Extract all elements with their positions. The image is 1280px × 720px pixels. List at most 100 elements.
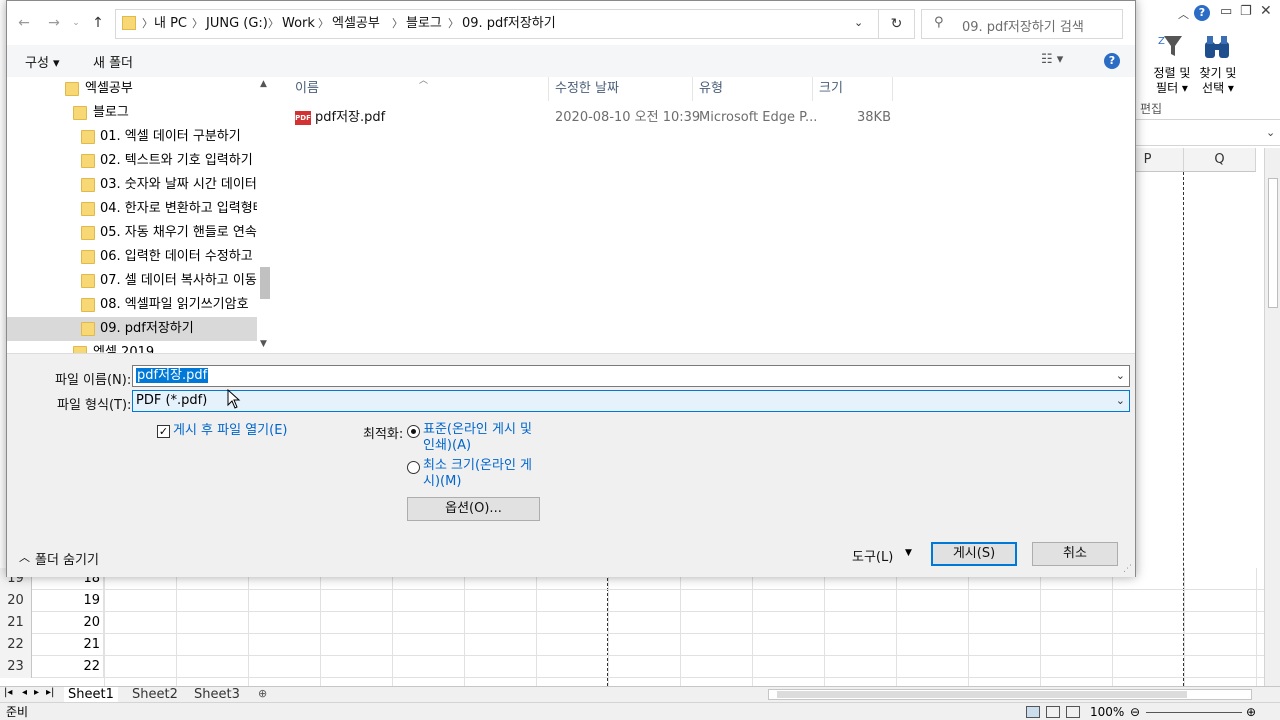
options-button[interactable]: 옵션(O)... — [407, 497, 540, 521]
restore-icon[interactable]: ❐ — [1240, 4, 1252, 19]
cell[interactable]: 19 — [32, 590, 104, 612]
tree-item-selected[interactable]: 09. pdf저장하기 — [7, 317, 257, 341]
zoom-level[interactable]: 100% — [1090, 703, 1124, 720]
back-icon[interactable]: ← — [15, 13, 33, 33]
breadcrumb-item[interactable]: Work — [282, 10, 315, 38]
zoom-slider[interactable] — [1146, 712, 1242, 713]
tree-item[interactable]: 07. 셀 데이터 복사하고 이동하 — [7, 269, 257, 293]
optimize-standard-radio[interactable] — [407, 425, 420, 438]
close-icon[interactable]: ✕ — [1260, 3, 1272, 19]
tree-item[interactable]: 03. 숫자와 날짜 시간 데이터 — [7, 173, 257, 197]
ribbon-collapse-icon[interactable]: ︿ — [1178, 6, 1189, 22]
first-sheet-icon[interactable]: |◂ — [4, 687, 12, 698]
cell[interactable]: 22 — [32, 656, 104, 678]
chevron-up-icon[interactable]: ︿ — [19, 549, 30, 565]
search-input[interactable]: 09. pdf저장하기 검색 — [962, 16, 1084, 35]
help-icon[interactable]: ? — [1104, 53, 1120, 69]
zoom-in-icon[interactable]: ⊕ — [1246, 703, 1256, 720]
scroll-up-icon[interactable]: ▲ — [260, 79, 267, 89]
page-break-view-icon[interactable] — [1066, 706, 1080, 718]
breadcrumb-item[interactable]: 엑셀공부 — [332, 10, 380, 38]
address-dropdown-icon[interactable]: ⌄ — [854, 16, 863, 29]
optimize-standard-label[interactable]: 표준(온라인 게시 및 인쇄)(A) — [423, 422, 532, 454]
list-item[interactable]: PDF pdf저장.pdf 2020-08-10 오전 10:39 Micros… — [295, 107, 895, 129]
sheet-tab-3[interactable]: Sheet3 — [190, 687, 244, 702]
breadcrumb-item[interactable]: 09. pdf저장하기 — [462, 10, 556, 38]
column-header-modified[interactable]: 수정한 날짜 — [549, 77, 693, 101]
tree-scrollbar[interactable]: ▲ ▼ — [257, 77, 273, 353]
up-icon[interactable]: ↑ — [89, 13, 107, 33]
cell[interactable]: 20 — [32, 612, 104, 634]
tree-item[interactable]: 02. 텍스트와 기호 입력하기 — [7, 149, 257, 173]
resize-grip-icon[interactable]: ⋰ — [1123, 564, 1132, 574]
row-header[interactable]: 22 — [0, 634, 32, 656]
tree-item[interactable]: 08. 엑셀파일 읽기쓰기암호 — [7, 293, 257, 317]
scroll-thumb[interactable] — [260, 267, 270, 299]
tree-item[interactable]: 엑셀 2019 — [7, 341, 257, 353]
filename-field[interactable]: pdf저장.pdf ⌄ — [132, 365, 1130, 387]
column-header-type[interactable]: 유형 — [693, 77, 813, 101]
prev-sheet-icon[interactable]: ◂ — [22, 687, 27, 698]
sheet-tab-2[interactable]: Sheet2 — [128, 687, 182, 702]
row-header[interactable]: 21 — [0, 612, 32, 634]
cell[interactable]: 21 — [32, 634, 104, 656]
optimize-minimum-label[interactable]: 최소 크기(온라인 게 시)(M) — [423, 458, 532, 490]
tree-item[interactable]: 블로그 — [7, 101, 257, 125]
breadcrumb-separator-icon[interactable]: 〉 — [448, 10, 459, 38]
normal-view-icon[interactable] — [1026, 706, 1040, 718]
tree-item[interactable]: 04. 한자로 변환하고 입력형태 — [7, 197, 257, 221]
forward-icon[interactable]: → — [45, 13, 63, 33]
chevron-down-icon[interactable]: ⌄ — [1116, 391, 1125, 411]
find-select-button[interactable]: 찾기 및 선택 ▾ — [1194, 66, 1242, 96]
breadcrumb-item[interactable]: 내 PC — [154, 10, 187, 38]
breadcrumb-separator-icon[interactable]: 〉 — [142, 10, 153, 38]
column-header-q[interactable]: Q — [1184, 148, 1256, 172]
filetype-select[interactable]: PDF (*.pdf) ⌄ — [132, 390, 1130, 412]
help-icon[interactable]: ? — [1194, 5, 1210, 21]
minimize-icon[interactable]: ▭ — [1220, 4, 1232, 19]
page-layout-icon[interactable] — [1046, 706, 1060, 718]
hide-folders-button[interactable]: 폴더 숨기기 — [35, 549, 99, 568]
column-header-name[interactable]: 이름 — [289, 77, 549, 101]
address-bar[interactable]: 〉 내 PC 〉 JUNG (G:) 〉 Work 〉 엑셀공부 〉 블로그 〉… — [115, 9, 915, 39]
tools-dropdown-icon[interactable]: ▼ — [905, 548, 912, 558]
tree-item[interactable]: 05. 자동 채우기 핸들로 연속 — [7, 221, 257, 245]
add-sheet-icon[interactable]: ⊕ — [258, 687, 267, 700]
open-after-publish-label[interactable]: 게시 후 파일 열기(E) — [173, 423, 287, 439]
view-options-icon[interactable]: ☷ ▾ — [1041, 52, 1063, 67]
zoom-out-icon[interactable]: ⊖ — [1130, 703, 1140, 720]
sheet-tab-1[interactable]: Sheet1 — [64, 687, 118, 702]
breadcrumb-separator-icon[interactable]: 〉 — [268, 10, 279, 38]
search-box[interactable]: ⚲ 09. pdf저장하기 검색 — [921, 9, 1123, 39]
vertical-scrollbar[interactable] — [1264, 148, 1280, 686]
new-folder-button[interactable]: 새 폴더 — [93, 52, 133, 71]
breadcrumb-item[interactable]: JUNG (G:) — [206, 10, 268, 38]
row-header[interactable]: 20 — [0, 590, 32, 612]
horizontal-scrollbar[interactable] — [768, 689, 1252, 700]
next-sheet-icon[interactable]: ▸ — [34, 687, 39, 698]
optimize-minimum-radio[interactable] — [407, 461, 420, 474]
tree-item[interactable]: 엑셀공부 — [7, 77, 257, 101]
tree-item[interactable]: 01. 엑셀 데이터 구분하기 — [7, 125, 257, 149]
sort-filter-button[interactable]: 정렬 및 필터 ▾ — [1150, 66, 1194, 96]
scroll-down-icon[interactable]: ▼ — [260, 339, 267, 349]
column-header-size[interactable]: 크기 — [813, 77, 893, 101]
cancel-button[interactable]: 취소 — [1032, 542, 1118, 566]
breadcrumb-item[interactable]: 블로그 — [406, 10, 442, 38]
scroll-thumb[interactable] — [1268, 178, 1278, 308]
tools-button[interactable]: 도구(L) — [852, 546, 893, 565]
row-header[interactable]: 23 — [0, 656, 32, 678]
breadcrumb-separator-icon[interactable]: 〉 — [192, 10, 203, 38]
publish-button[interactable]: 게시(S) — [931, 542, 1017, 566]
open-after-publish-checkbox[interactable]: ✓ — [157, 425, 170, 438]
tree-item[interactable]: 06. 입력한 데이터 수정하고 스 — [7, 245, 257, 269]
breadcrumb-separator-icon[interactable]: 〉 — [318, 10, 329, 38]
refresh-icon[interactable]: ↻ — [878, 10, 914, 38]
last-sheet-icon[interactable]: ▸| — [46, 687, 54, 698]
formula-bar[interactable]: ⌄ — [1136, 122, 1280, 146]
breadcrumb-separator-icon[interactable]: 〉 — [392, 10, 403, 38]
organize-button[interactable]: 구성 ▾ — [25, 52, 60, 71]
chevron-down-icon[interactable]: ⌄ — [1116, 366, 1125, 386]
formula-expand-icon[interactable]: ⌄ — [1266, 126, 1275, 139]
scroll-thumb[interactable] — [777, 691, 1187, 698]
